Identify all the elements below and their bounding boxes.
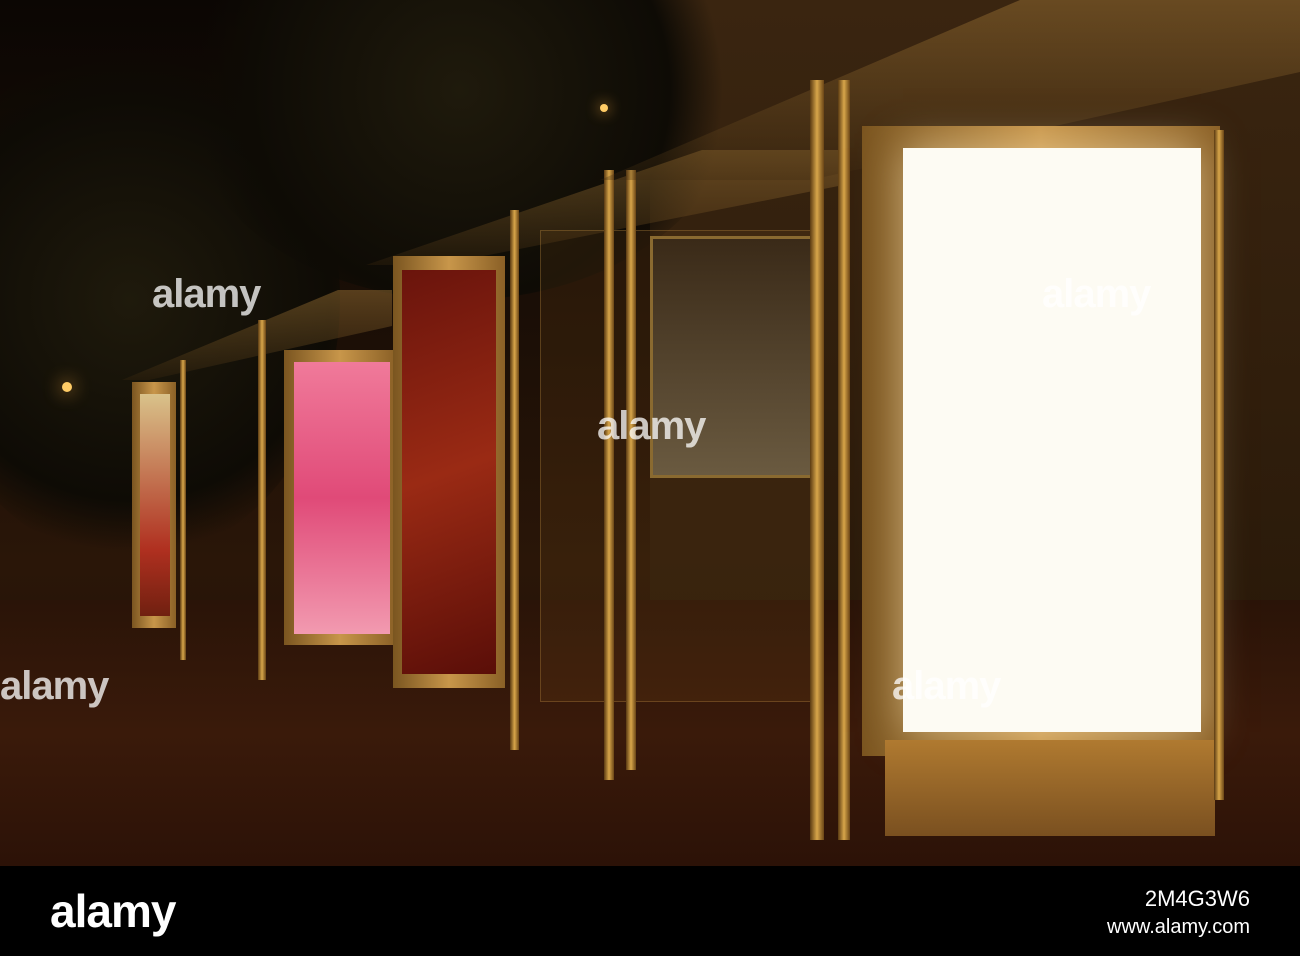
footer-bar: alamy 2M4G3W6 www.alamy.com: [0, 866, 1300, 956]
photo-scene: alamy alamy alamy alamy alamy: [0, 0, 1300, 866]
footer-logo: alamy: [50, 885, 176, 937]
image-id: 2M4G3W6: [1144, 886, 1250, 911]
billboard-base: [885, 740, 1215, 836]
footer-url: www.alamy.com: [1107, 916, 1250, 938]
watermark: alamy: [892, 664, 1001, 708]
street-light: [62, 382, 72, 392]
ad-panel-red: [402, 270, 496, 674]
shelter-post: [510, 210, 519, 750]
street-light: [600, 104, 608, 112]
shelter-post: [604, 170, 614, 780]
shelter-post: [180, 360, 186, 660]
ad-panel-pink: [294, 362, 390, 634]
shelter-post: [258, 320, 266, 680]
watermark: alamy: [1042, 272, 1151, 316]
shelter-post: [1214, 130, 1224, 800]
shelter-post: [810, 80, 824, 840]
shelter-post: [626, 170, 636, 770]
billboard-blank: [903, 148, 1201, 732]
watermark: alamy: [0, 664, 109, 708]
shelter-post: [838, 80, 850, 840]
watermark: alamy: [597, 404, 706, 448]
watermark: alamy: [152, 272, 261, 316]
ad-panel-far-poster: [140, 394, 170, 616]
